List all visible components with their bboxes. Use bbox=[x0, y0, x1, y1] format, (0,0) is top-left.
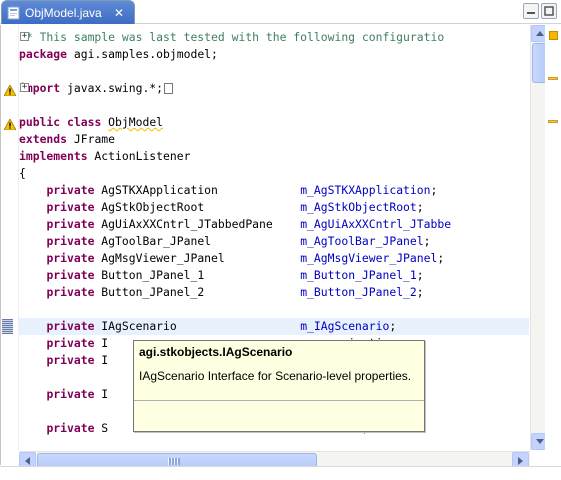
overview-ruler[interactable] bbox=[545, 25, 561, 465]
overview-warning-mark[interactable] bbox=[548, 77, 558, 80]
code-line[interactable]: private AgStkObjectRoot m_AgStkObjectRoo… bbox=[19, 199, 529, 216]
warning-summary-icon[interactable] bbox=[549, 31, 558, 40]
code-line[interactable]: { bbox=[19, 165, 529, 182]
vertical-ruler[interactable] bbox=[1, 25, 19, 450]
code-line[interactable]: * This sample was last tested with the f… bbox=[19, 29, 529, 46]
code-line[interactable]: private Button_JPanel_1 m_Button_JPanel_… bbox=[19, 267, 529, 284]
maximize-icon bbox=[544, 6, 554, 16]
folded-imports-icon[interactable] bbox=[164, 83, 174, 94]
editor-status-strip bbox=[0, 466, 561, 480]
warning-icon[interactable] bbox=[3, 117, 17, 131]
maximize-button[interactable] bbox=[541, 3, 557, 19]
code-line[interactable] bbox=[19, 63, 529, 80]
code-line[interactable]: private AgMsgViewer_JPanel m_AgMsgViewer… bbox=[19, 250, 529, 267]
expand-fold-icon[interactable]: + bbox=[20, 83, 29, 92]
editor-tab-bar: ObjModel.java ✕ bbox=[0, 0, 561, 24]
code-line[interactable] bbox=[19, 437, 529, 450]
code-line[interactable]: private AgUiAxXXCntrl_JTabbedPane m_AgUi… bbox=[19, 216, 529, 233]
warning-icon[interactable] bbox=[3, 83, 17, 97]
arrow-left-icon bbox=[25, 456, 30, 465]
code-line[interactable] bbox=[19, 97, 529, 114]
arrow-right-icon bbox=[518, 456, 523, 465]
code-line[interactable]: public class ObjModel bbox=[19, 114, 529, 131]
minimize-button[interactable] bbox=[523, 3, 539, 19]
minimize-icon bbox=[527, 12, 535, 14]
expand-fold-icon[interactable]: + bbox=[20, 32, 29, 41]
code-line[interactable]: import javax.swing.*; bbox=[19, 80, 529, 97]
code-line[interactable]: extends JFrame bbox=[19, 131, 529, 148]
tab-label: ObjModel.java bbox=[25, 5, 102, 20]
code-line[interactable]: package agi.samples.objmodel; bbox=[19, 46, 529, 63]
code-line[interactable]: private IAgScenario m_IAgScenario; bbox=[19, 318, 529, 335]
tooltip-footer bbox=[134, 401, 424, 431]
tooltip-title: agi.stkobjects.IAgScenario bbox=[139, 345, 293, 359]
code-line[interactable] bbox=[19, 301, 529, 318]
overview-warning-mark[interactable] bbox=[548, 120, 558, 123]
code-line[interactable]: implements ActionListener bbox=[19, 148, 529, 165]
java-file-icon bbox=[7, 6, 21, 20]
tab-objmodel-java[interactable]: ObjModel.java ✕ bbox=[1, 0, 135, 24]
code-line[interactable]: private AgToolBar_JPanel m_AgToolBar_JPa… bbox=[19, 233, 529, 250]
arrow-down-icon bbox=[535, 439, 544, 444]
close-icon[interactable]: ✕ bbox=[112, 6, 126, 20]
range-indicator-icon bbox=[2, 319, 13, 334]
code-line[interactable]: private AgSTKXApplication m_AgSTKXApplic… bbox=[19, 182, 529, 199]
tooltip-body: IAgScenario Interface for Scenario-level… bbox=[139, 369, 412, 383]
arrow-up-icon bbox=[535, 31, 544, 36]
javadoc-hover-tooltip: agi.stkobjects.IAgScenario IAgScenario I… bbox=[133, 340, 425, 432]
grip-icon bbox=[168, 458, 180, 465]
code-line[interactable]: private Button_JPanel_2 m_Button_JPanel_… bbox=[19, 284, 529, 301]
